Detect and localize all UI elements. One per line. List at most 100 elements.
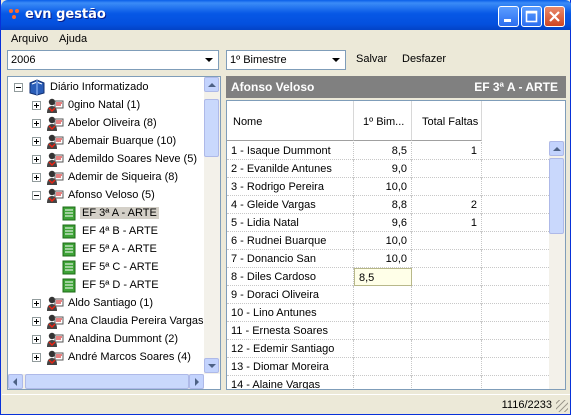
table-row[interactable]: 7 - Donancio San 10,0 — [227, 250, 549, 268]
student-name-cell[interactable]: 3 - Rodrigo Pereira — [227, 178, 354, 196]
expand-icon[interactable] — [32, 119, 41, 128]
tree-teacher-item[interactable]: André Marcos Soares (4) — [8, 349, 204, 367]
student-name-cell[interactable]: 12 - Edemir Santiago — [227, 340, 354, 358]
column-header-absences[interactable]: Total Faltas — [412, 101, 482, 141]
student-name-cell[interactable]: 2 - Evanilde Antunes — [227, 160, 354, 178]
student-name-cell[interactable]: 8 - Diles Cardoso — [227, 268, 354, 286]
tree-teacher-item[interactable]: Analdina Dummont (2) — [8, 331, 204, 349]
absences-cell[interactable] — [412, 178, 482, 196]
year-select[interactable]: 2006 — [7, 50, 219, 70]
grade-cell[interactable] — [354, 340, 412, 358]
grade-cell[interactable]: 10,0 — [354, 232, 412, 250]
scroll-down-button[interactable] — [204, 358, 219, 373]
absences-cell[interactable] — [412, 304, 482, 322]
grade-cell[interactable]: 9,0 — [354, 160, 412, 178]
grade-cell[interactable]: 8,8 — [354, 196, 412, 214]
tree-teacher-item[interactable]: Afonso Veloso (5) — [8, 187, 204, 205]
grade-cell[interactable]: 9,6 — [354, 214, 412, 232]
grade-cell[interactable] — [354, 358, 412, 376]
expand-icon[interactable] — [32, 317, 41, 326]
table-row[interactable]: 6 - Rudnei Buarque 10,0 — [227, 232, 549, 250]
table-row[interactable]: 2 - Evanilde Antunes 9,0 — [227, 160, 549, 178]
column-header-name[interactable]: Nome — [227, 101, 354, 141]
tree-teacher-item[interactable]: 0gino Natal (1) — [8, 97, 204, 115]
title-bar[interactable]: evn gestão — [1, 0, 571, 30]
table-row[interactable]: 12 - Edemir Santiago — [227, 340, 549, 358]
expand-icon[interactable] — [32, 173, 41, 182]
table-row[interactable]: 8 - Diles Cardoso 8,5 — [227, 268, 549, 286]
tree-teacher-item[interactable]: Abemair Buarque (10) — [8, 133, 204, 151]
tree-teacher-item[interactable]: Ademir de Siqueira (8) — [8, 169, 204, 187]
period-select[interactable]: 1º Bimestre — [226, 50, 346, 70]
grade-cell[interactable]: 10,0 — [354, 250, 412, 268]
grade-cell[interactable] — [354, 376, 412, 389]
menu-ajuda[interactable]: Ajuda — [59, 33, 87, 45]
grade-cell[interactable] — [354, 286, 412, 304]
scroll-up-button[interactable] — [204, 77, 219, 92]
student-name-cell[interactable]: 7 - Donancio San — [227, 250, 354, 268]
absences-cell[interactable] — [412, 250, 482, 268]
scroll-right-button[interactable] — [189, 374, 204, 389]
tree-teacher-item[interactable]: Abelor Oliveira (8) — [8, 115, 204, 133]
absences-cell[interactable]: 1 — [412, 142, 482, 160]
tree-vertical-scrollbar[interactable] — [204, 77, 220, 374]
expand-icon[interactable] — [32, 299, 41, 308]
grade-cell[interactable] — [354, 304, 412, 322]
student-name-cell[interactable]: 6 - Rudnei Buarque — [227, 232, 354, 250]
scroll-thumb[interactable] — [204, 99, 219, 157]
undo-button[interactable]: Desfazer — [402, 53, 446, 65]
collapse-icon[interactable] — [32, 191, 41, 200]
absences-cell[interactable] — [412, 322, 482, 340]
absences-cell[interactable] — [412, 340, 482, 358]
tree-class-item[interactable]: EF 4ª B - ARTE — [8, 223, 204, 241]
scroll-left-button[interactable] — [8, 374, 23, 389]
expand-icon[interactable] — [32, 101, 41, 110]
student-name-cell[interactable]: 5 - Lidia Natal — [227, 214, 354, 232]
expand-icon[interactable] — [32, 137, 41, 146]
absences-cell[interactable] — [412, 160, 482, 178]
minimize-button[interactable] — [498, 6, 519, 27]
absences-cell[interactable] — [412, 232, 482, 250]
absences-cell[interactable]: 2 — [412, 196, 482, 214]
table-row[interactable]: 4 - Gleide Vargas 8,8 2 — [227, 196, 549, 214]
table-row[interactable]: 3 - Rodrigo Pereira 10,0 — [227, 178, 549, 196]
grade-cell[interactable]: 10,0 — [354, 178, 412, 196]
student-name-cell[interactable]: 10 - Lino Antunes — [227, 304, 354, 322]
absences-cell[interactable] — [412, 376, 482, 389]
expand-icon[interactable] — [32, 335, 41, 344]
table-row[interactable]: 9 - Doraci Oliveira — [227, 286, 549, 304]
expand-icon[interactable] — [32, 353, 41, 362]
tree-class-item[interactable]: EF 5ª D - ARTE — [8, 277, 204, 295]
menu-arquivo[interactable]: Arquivo — [11, 33, 48, 45]
student-name-cell[interactable]: 1 - Isaque Dummont — [227, 142, 354, 160]
close-button[interactable] — [544, 6, 565, 27]
tree-class-item[interactable]: EF 3ª A - ARTE — [8, 205, 204, 223]
resize-grip-icon[interactable] — [556, 400, 568, 412]
table-row[interactable]: 13 - Diomar Moreira — [227, 358, 549, 376]
student-name-cell[interactable]: 9 - Doraci Oliveira — [227, 286, 354, 304]
grade-cell[interactable] — [354, 322, 412, 340]
absences-cell[interactable]: 1 — [412, 214, 482, 232]
table-row[interactable]: 14 - Alaine Vargas — [227, 376, 549, 389]
column-header-grade[interactable]: 1º Bim... — [354, 101, 412, 141]
maximize-button[interactable] — [521, 6, 542, 27]
table-row[interactable]: 10 - Lino Antunes — [227, 304, 549, 322]
student-name-cell[interactable]: 14 - Alaine Vargas — [227, 376, 354, 389]
student-name-cell[interactable]: 11 - Ernesta Soares — [227, 322, 354, 340]
tree-root[interactable]: Diário Informatizado — [12, 79, 202, 97]
student-name-cell[interactable]: 4 - Gleide Vargas — [227, 196, 354, 214]
table-row[interactable]: 11 - Ernesta Soares — [227, 322, 549, 340]
table-row[interactable]: 1 - Isaque Dummont 8,5 1 — [227, 142, 549, 160]
grade-cell[interactable]: 8,5 — [354, 142, 412, 160]
absences-cell[interactable] — [412, 358, 482, 376]
scroll-thumb[interactable] — [25, 374, 189, 389]
student-name-cell[interactable]: 13 - Diomar Moreira — [227, 358, 354, 376]
save-button[interactable]: Salvar — [356, 53, 387, 65]
table-row[interactable]: 5 - Lidia Natal 9,6 1 — [227, 214, 549, 232]
tree-teacher-item[interactable]: Ana Claudia Pereira Vargas ( — [8, 313, 210, 331]
grid-vertical-scrollbar[interactable] — [549, 141, 565, 389]
tree-class-item[interactable]: EF 5ª A - ARTE — [8, 241, 204, 259]
absences-cell[interactable] — [412, 286, 482, 304]
tree-class-item[interactable]: EF 5ª C - ARTE — [8, 259, 204, 277]
scroll-thumb[interactable] — [549, 158, 564, 234]
